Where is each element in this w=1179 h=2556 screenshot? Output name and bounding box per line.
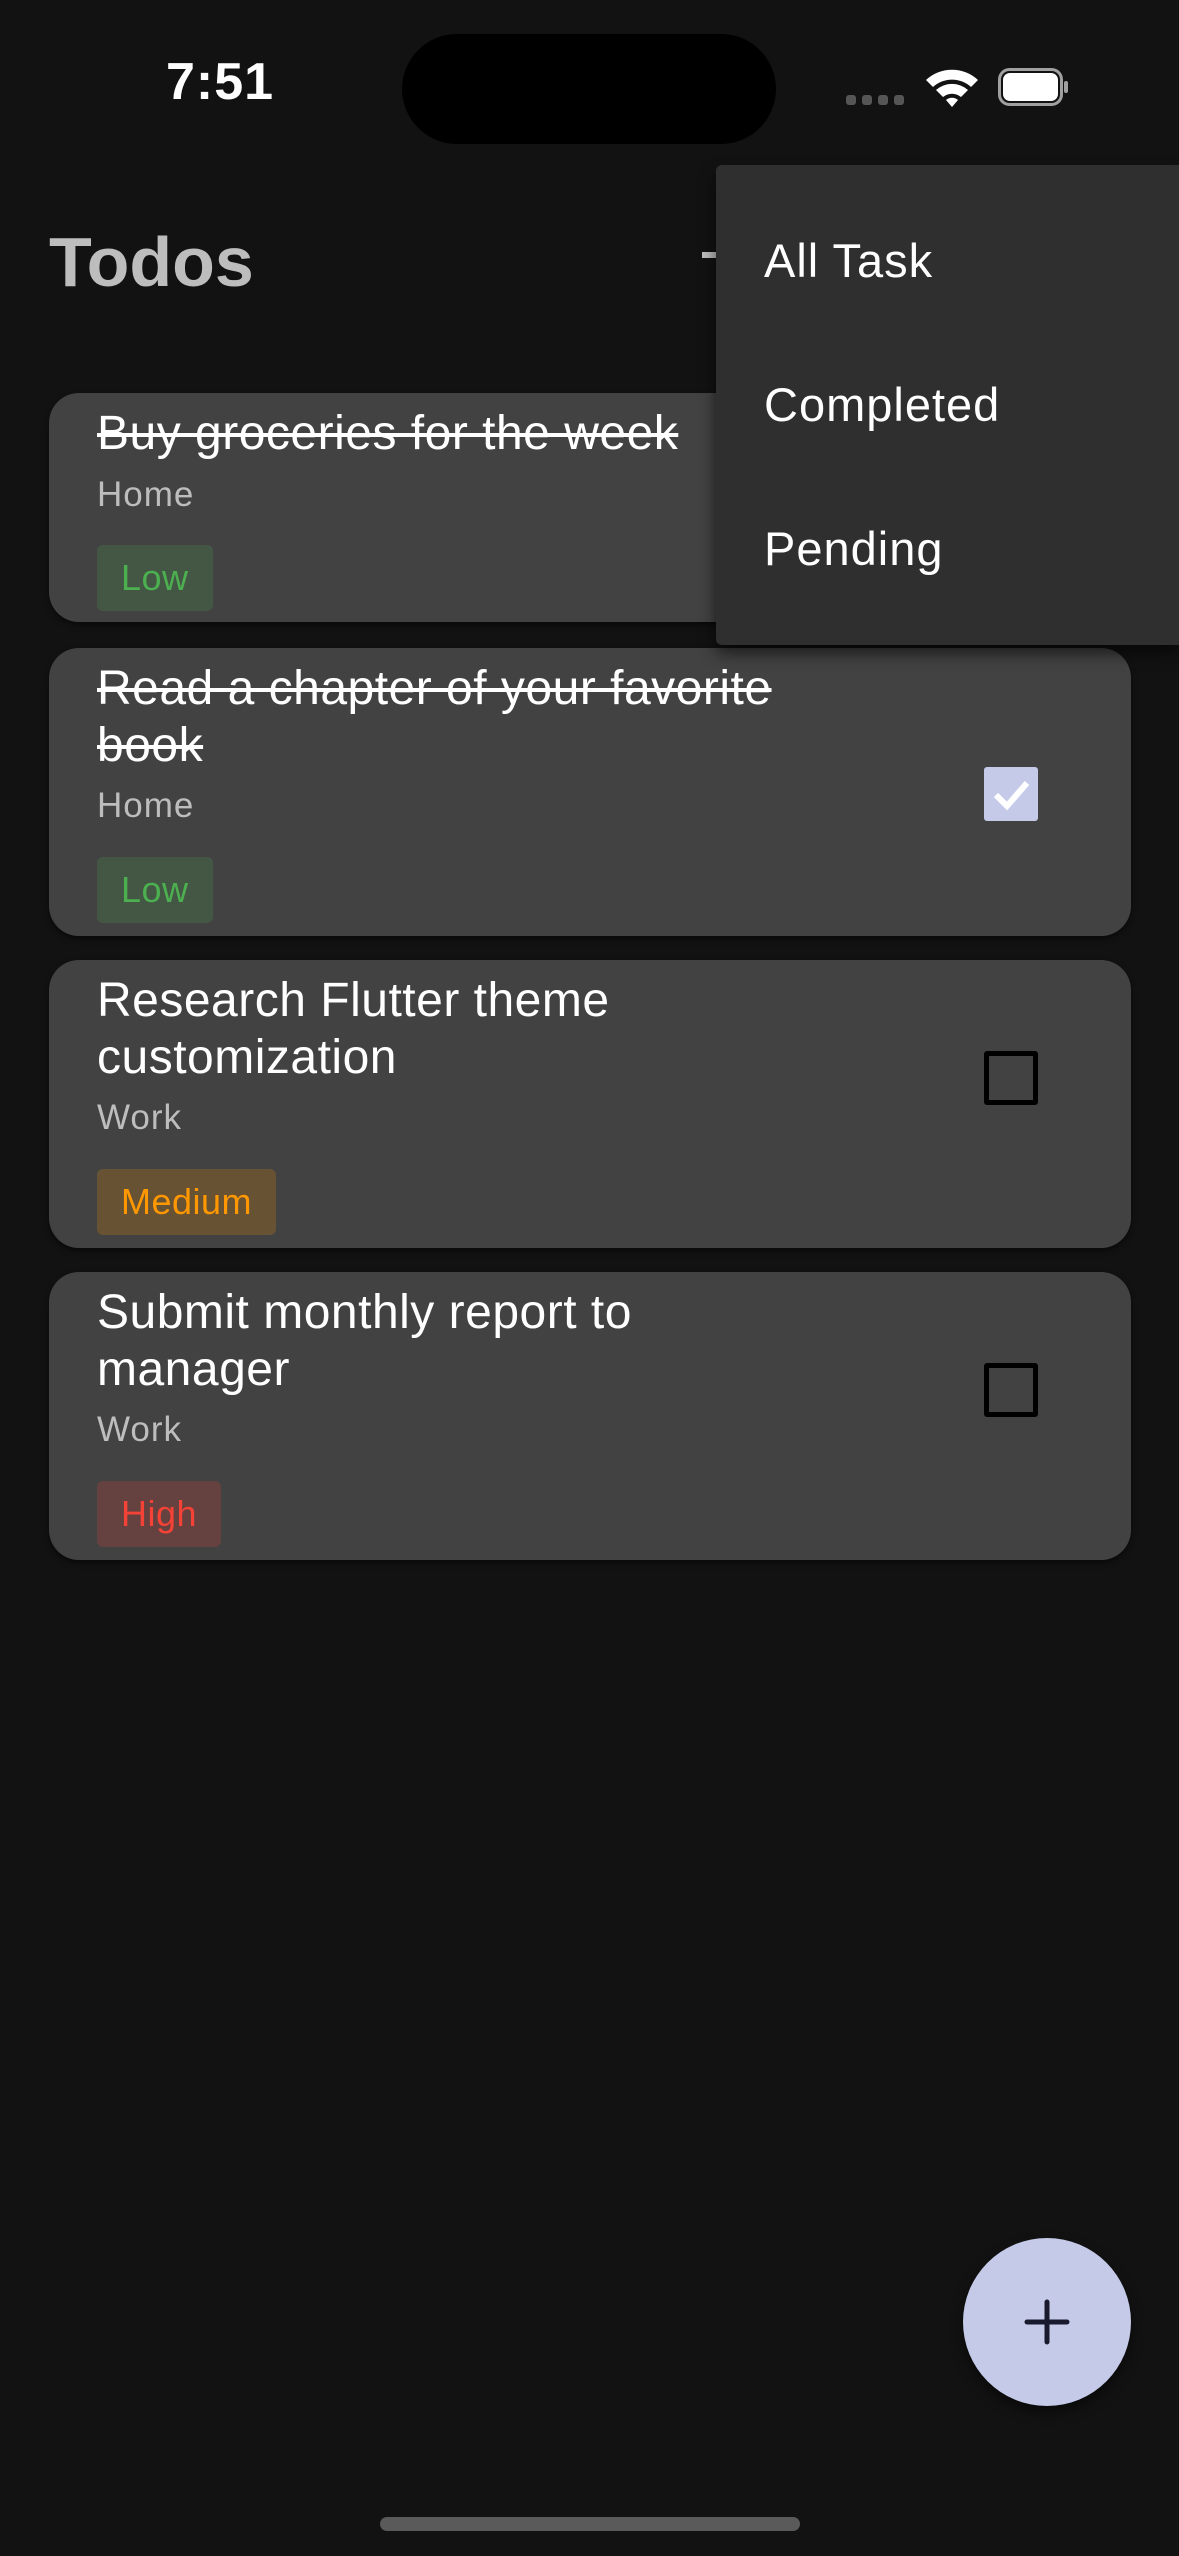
todo-card[interactable]: Submit monthly report to manager Work Hi…: [49, 1272, 1131, 1560]
page-title: Todos: [49, 223, 254, 301]
todo-category: Work: [97, 1098, 183, 1137]
todo-checkbox[interactable]: [984, 767, 1038, 821]
menu-item-pending[interactable]: Pending: [764, 521, 944, 576]
priority-badge: Low: [97, 545, 213, 611]
todo-card[interactable]: Read a chapter of your favorite book Hom…: [49, 648, 1131, 936]
battery-icon: [998, 68, 1070, 106]
priority-badge: High: [97, 1481, 222, 1547]
todo-checkbox[interactable]: [984, 1051, 1038, 1105]
priority-badge: Low: [97, 857, 213, 923]
todo-title: Read a chapter of your favorite book: [97, 662, 772, 772]
status-time: 7:51: [166, 53, 275, 111]
plus-icon: [1024, 2299, 1070, 2345]
menu-item-all-task[interactable]: All Task: [764, 233, 933, 288]
cellular-signal-icon: [846, 95, 904, 107]
todo-card[interactable]: Research Flutter theme customization Wor…: [49, 960, 1131, 1248]
home-indicator: [380, 2517, 800, 2531]
checkmark-icon: [993, 781, 1030, 811]
filter-menu: All Task Completed Pending: [716, 165, 1179, 645]
dynamic-island: [402, 34, 776, 144]
todo-title: Research Flutter theme customization: [97, 974, 610, 1084]
wifi-icon: [924, 64, 980, 110]
todo-category: Work: [97, 1410, 183, 1449]
todo-title: Submit monthly report to manager: [97, 1286, 632, 1396]
menu-item-completed[interactable]: Completed: [764, 377, 1000, 432]
todo-category: Home: [97, 475, 195, 514]
todo-category: Home: [97, 786, 195, 825]
todo-checkbox[interactable]: [984, 1363, 1038, 1417]
add-todo-button[interactable]: [963, 2238, 1131, 2406]
priority-badge: Medium: [97, 1169, 277, 1235]
